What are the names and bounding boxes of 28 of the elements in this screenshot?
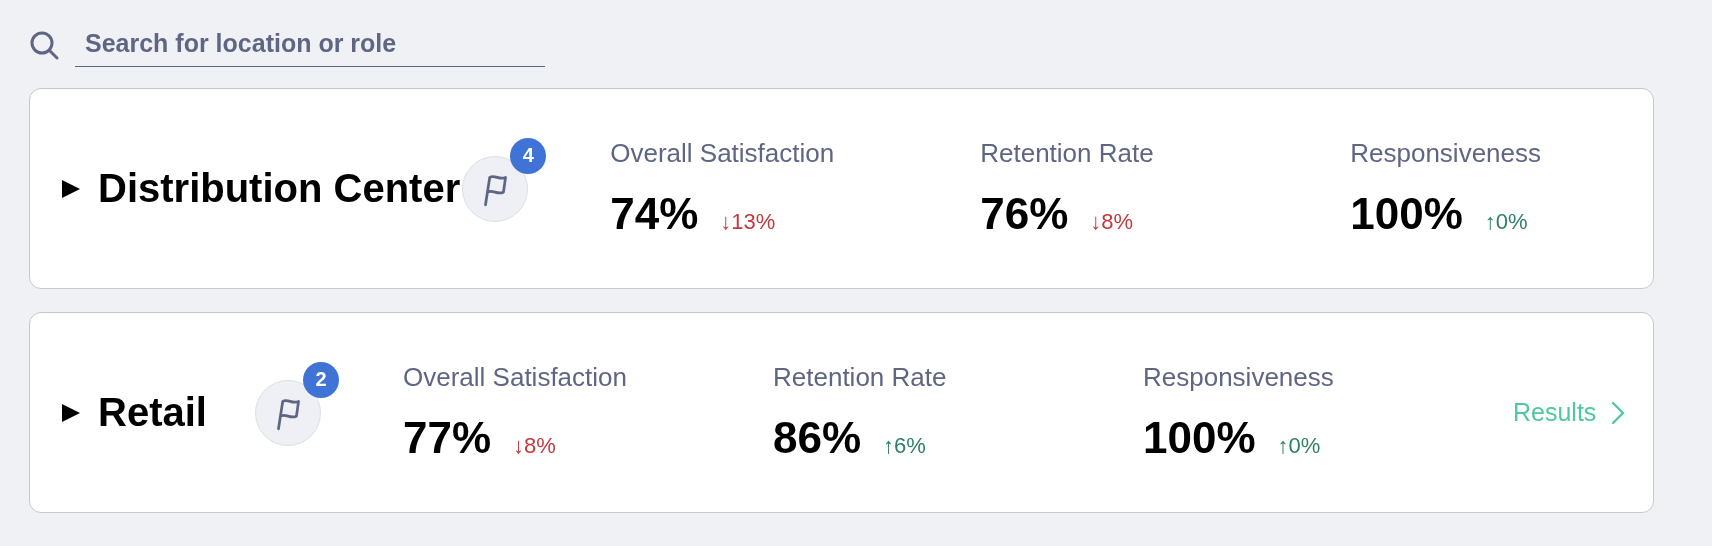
- metric-value: 100%: [1350, 189, 1463, 239]
- metric-value: 100%: [1143, 413, 1256, 463]
- metric-value: 76%: [980, 189, 1069, 239]
- group-title: Distribution Center: [98, 166, 461, 211]
- change-value: ↑0%: [1277, 433, 1321, 459]
- metric-label: Retention Rate: [980, 138, 1155, 169]
- metric-label: Retention Rate: [773, 362, 948, 393]
- metric-value: 86%: [773, 413, 862, 463]
- change-value: ↓8%: [513, 433, 556, 459]
- search-field[interactable]: Search for location or role: [75, 23, 545, 67]
- metric-label: Responsiveness: [1143, 362, 1335, 393]
- expand-toggle-icon[interactable]: [60, 177, 82, 200]
- change-value: ↓8%: [1090, 209, 1134, 235]
- expand-toggle-icon[interactable]: [60, 401, 82, 424]
- change-value: ↓13%: [720, 209, 776, 235]
- count-badge: 2: [303, 361, 339, 398]
- metric-label: Overall Satisfaction: [610, 138, 836, 169]
- results-link[interactable]: Results: [1513, 398, 1627, 427]
- count-badge: 4: [510, 137, 547, 174]
- chevron-right-icon: [1610, 400, 1627, 425]
- change-value: ↑6%: [883, 433, 926, 459]
- metric-label: Overall Satisfaction: [403, 362, 628, 393]
- metric-value: 77%: [403, 413, 492, 463]
- group-title: Retail: [98, 390, 208, 435]
- metric-value: 74%: [610, 189, 699, 239]
- search-icon: [29, 30, 59, 60]
- change-value: ↑0%: [1484, 209, 1528, 235]
- metric-label: Responsiveness: [1350, 138, 1542, 169]
